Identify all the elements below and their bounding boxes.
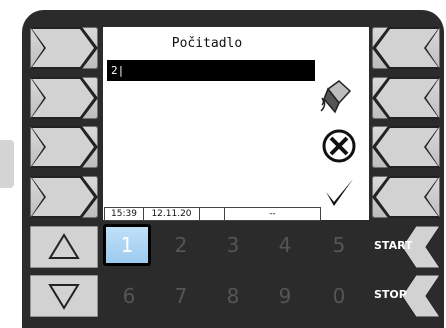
background-panel-edge bbox=[0, 140, 14, 188]
key-5[interactable]: 5 bbox=[315, 224, 363, 266]
key-7[interactable]: 7 bbox=[157, 275, 205, 317]
left-soft-button-4[interactable] bbox=[30, 176, 98, 218]
key-6[interactable]: 6 bbox=[105, 275, 153, 317]
chevron-right-icon bbox=[30, 27, 98, 69]
cancel-circle-icon[interactable] bbox=[321, 128, 357, 164]
chevron-left-icon bbox=[372, 126, 440, 168]
numeric-keypad: 1 2 3 4 5 6 7 8 9 0 bbox=[103, 222, 367, 322]
key-2[interactable]: 2 bbox=[157, 224, 205, 266]
chevron-right-icon bbox=[30, 126, 98, 168]
key-9[interactable]: 9 bbox=[261, 275, 309, 317]
status-bar: 15:39 12.11.20 -- bbox=[104, 207, 321, 221]
page-title: Počitadlo bbox=[171, 36, 243, 51]
counter-input[interactable]: 2| bbox=[107, 60, 315, 81]
down-arrow-icon bbox=[30, 275, 98, 317]
status-time: 15:39 bbox=[105, 208, 144, 220]
key-3[interactable]: 3 bbox=[209, 224, 257, 266]
status-field-4: -- bbox=[269, 209, 276, 219]
key-8[interactable]: 8 bbox=[209, 275, 257, 317]
right-soft-button-4[interactable] bbox=[372, 176, 440, 218]
up-arrow-icon bbox=[30, 226, 98, 268]
chevron-right-icon bbox=[30, 77, 98, 119]
left-soft-button-2[interactable] bbox=[30, 77, 98, 119]
right-soft-button-2[interactable] bbox=[372, 77, 440, 119]
chevron-left-icon bbox=[372, 27, 440, 69]
right-soft-button-3[interactable] bbox=[372, 126, 440, 168]
status-date: 12.11.20 bbox=[144, 208, 200, 220]
up-button[interactable] bbox=[30, 226, 98, 268]
right-soft-button-1[interactable] bbox=[372, 27, 440, 69]
left-soft-button-3[interactable] bbox=[30, 126, 98, 168]
start-button[interactable]: START bbox=[372, 226, 440, 268]
left-soft-button-1[interactable] bbox=[30, 27, 98, 69]
key-0[interactable]: 0 bbox=[315, 275, 363, 317]
status-field-3 bbox=[200, 208, 225, 220]
stop-label: STOP bbox=[374, 288, 407, 301]
eraser-icon[interactable] bbox=[319, 79, 355, 115]
start-label: START bbox=[374, 239, 413, 252]
chevron-left-icon bbox=[372, 176, 440, 218]
key-1[interactable]: 1 bbox=[103, 224, 151, 266]
down-button[interactable] bbox=[30, 275, 98, 317]
key-4[interactable]: 4 bbox=[261, 224, 309, 266]
chevron-right-icon bbox=[30, 176, 98, 218]
checkmark-icon[interactable] bbox=[323, 175, 357, 209]
display-screen: Počitadlo 2| 15:39 12.11.20 -- bbox=[103, 27, 369, 221]
stop-button[interactable]: STOP bbox=[372, 275, 440, 317]
chevron-left-icon bbox=[372, 77, 440, 119]
